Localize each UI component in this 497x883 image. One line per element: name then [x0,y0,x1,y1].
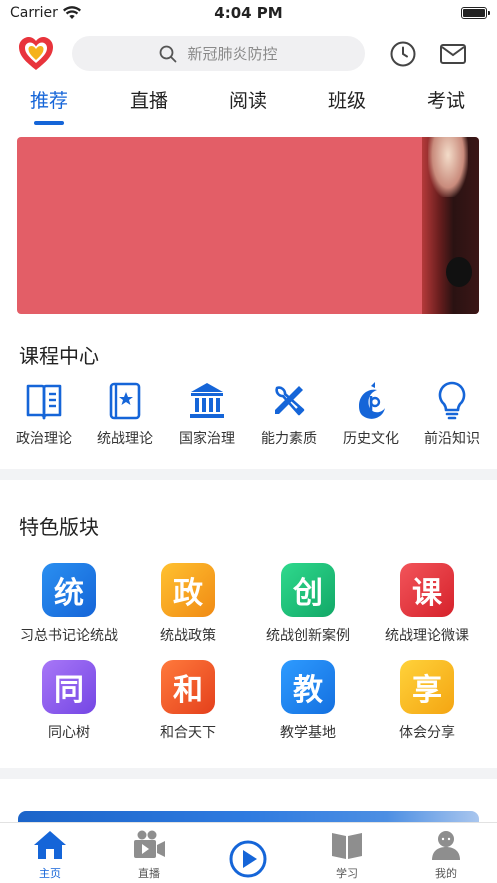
course-label: 能力素质 [261,431,317,447]
tab-exam[interactable]: 考试 [427,86,465,113]
course-history-culture[interactable]: 历史文化 [330,380,412,448]
tabbar-label: 学习 [336,867,358,880]
feature-teaching-base[interactable]: 教 教学基地 [248,660,368,742]
star-book-icon [109,382,141,420]
government-building-icon [190,383,224,418]
feature-micro-lessons[interactable]: 课 统战理论微课 [367,563,487,645]
feature-tile: 享 [400,660,454,714]
tabbar-label: 主页 [39,867,61,880]
header: 新冠肺炎防控 [0,30,497,76]
course-label: 历史文化 [343,431,399,447]
feature-label: 和合天下 [160,725,216,741]
feature-tile: 教 [281,660,335,714]
status-bar: Carrier 4:04 PM [0,0,497,26]
tools-icon [275,386,305,416]
section-divider [0,469,497,480]
tabbar-label: 直播 [138,867,160,880]
search-bar[interactable]: 新冠肺炎防控 [72,36,365,71]
features-title: 特色版块 [19,515,99,539]
feature-policy[interactable]: 政 统战政策 [128,563,248,645]
course-ability-quality[interactable]: 能力素质 [248,380,330,448]
tab-recommend[interactable]: 推荐 [30,86,68,113]
lightbulb-icon [438,381,466,420]
feature-label: 统战政策 [160,628,216,644]
feature-label: 教学基地 [280,725,336,741]
book-icon [332,833,362,859]
feature-tile: 同 [42,660,96,714]
play-circle-icon[interactable] [228,839,268,879]
search-placeholder: 新冠肺炎防控 [187,45,278,63]
section-divider [0,768,497,779]
course-label: 国家治理 [179,431,235,447]
history-logo-icon [359,382,385,419]
course-label: 统战理论 [97,431,153,447]
battery-icon [461,7,490,19]
feature-label: 统战理论微课 [385,628,469,644]
course-political-theory[interactable]: 政治理论 [3,380,85,448]
course-label: 前沿知识 [424,431,480,447]
banner-next-slide-peek [422,137,479,314]
tab-indicator [34,121,64,125]
bottom-tab-bar: 主页 直播 学习 我的 [0,822,497,883]
search-icon [160,45,177,62]
feature-harmony-world[interactable]: 和 和合天下 [128,660,248,742]
tabbar-home[interactable]: 主页 [15,829,85,881]
wifi-icon [62,6,81,19]
app-logo[interactable] [17,36,55,72]
tabbar-live[interactable]: 直播 [114,829,184,881]
feature-label: 统战创新案例 [266,628,350,644]
history-clock-icon[interactable] [389,40,417,68]
feature-tile: 课 [400,563,454,617]
feature-tile: 创 [281,563,335,617]
open-book-icon [26,384,62,420]
top-tabs: 推荐 直播 阅读 班级 考试 [0,86,497,128]
feature-innovation-cases[interactable]: 创 统战创新案例 [248,563,368,645]
home-icon [34,831,66,859]
video-camera-icon [134,830,165,858]
course-frontier-knowledge[interactable]: 前沿知识 [411,380,493,448]
promo-banner[interactable] [17,137,479,314]
tabbar-label: 我的 [435,867,457,880]
feature-xi-on-united-front[interactable]: 统 习总书记论统战 [9,563,129,645]
status-left: Carrier [10,5,81,21]
feature-label: 同心树 [48,725,90,741]
course-label: 政治理论 [16,431,72,447]
mail-icon[interactable] [439,40,467,68]
tab-class[interactable]: 班级 [328,86,366,113]
feature-tile: 政 [161,563,215,617]
feature-label: 习总书记论统战 [20,628,118,644]
feature-label: 体会分享 [399,725,455,741]
course-united-front-theory[interactable]: 统战理论 [84,380,166,448]
feature-experience-share[interactable]: 享 体会分享 [367,660,487,742]
user-icon [432,831,460,860]
tab-live[interactable]: 直播 [130,86,168,113]
feature-concentric-tree[interactable]: 同 同心树 [9,660,129,742]
tabbar-study[interactable]: 学习 [312,829,382,881]
tab-reading[interactable]: 阅读 [229,86,267,113]
carrier-label: Carrier [10,5,58,21]
course-state-governance[interactable]: 国家治理 [166,380,248,448]
tabbar-mine[interactable]: 我的 [411,829,481,881]
feature-tile: 和 [161,660,215,714]
feature-tile: 统 [42,563,96,617]
course-center-title: 课程中心 [19,344,99,368]
